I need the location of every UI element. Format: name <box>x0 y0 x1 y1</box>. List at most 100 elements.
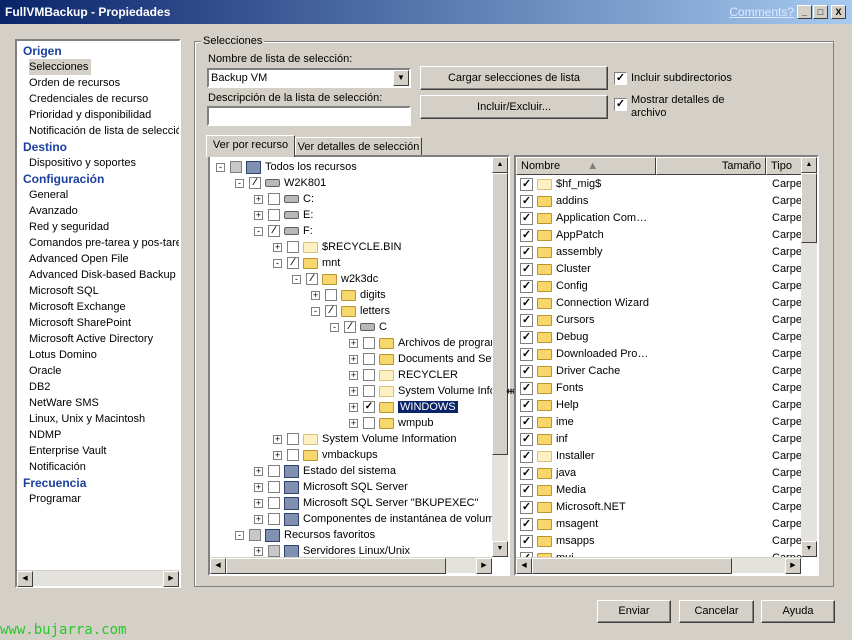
include-subdirs-checkbox[interactable]: ✓ <box>614 72 627 85</box>
nav-item[interactable]: Microsoft Active Directory <box>19 331 179 347</box>
list-item-checkbox[interactable]: ✓ <box>520 398 533 412</box>
tree-node-checkbox[interactable]: ∕ <box>325 305 337 318</box>
tree-node[interactable]: + System Volume Information <box>273 431 457 447</box>
tab-details[interactable]: Ver detalles de selección <box>295 137 422 157</box>
nav-item[interactable]: Lotus Domino <box>19 347 179 363</box>
tree-node-checkbox[interactable] <box>287 433 299 446</box>
nav-item[interactable]: Orden de recursos <box>19 75 179 91</box>
nav-item[interactable]: Enterprise Vault <box>19 443 179 459</box>
expand-icon[interactable]: + <box>254 514 263 524</box>
tree-node-checkbox[interactable] <box>249 529 261 542</box>
load-selections-button[interactable]: Cargar selecciones de lista existente... <box>420 66 608 106</box>
nav-item[interactable]: Dispositivo y soportes <box>19 155 179 171</box>
expand-icon[interactable]: + <box>273 434 282 444</box>
nav-item[interactable]: Notificación de lista de selección <box>19 123 179 139</box>
tree-node[interactable]: - Todos los recursos <box>216 159 357 175</box>
tree-node-checkbox[interactable] <box>287 449 299 462</box>
description-field[interactable] <box>207 106 411 126</box>
list-item[interactable]: ✓ Downloaded Pro… Carpe <box>516 346 805 363</box>
list-item-checkbox[interactable]: ✓ <box>520 279 533 293</box>
list-item[interactable]: ✓ msapps Carpe <box>516 533 805 550</box>
tree-node-checkbox[interactable] <box>363 337 375 350</box>
tree-hscrollbar[interactable]: ◀ ▶ <box>210 557 492 574</box>
tree-node-checkbox[interactable] <box>363 385 375 398</box>
tree-node-checkbox[interactable] <box>268 193 280 206</box>
list-item-checkbox[interactable]: ✓ <box>520 449 533 463</box>
tree-node[interactable]: - ∕ letters <box>311 303 390 319</box>
comments-link[interactable]: Comments? <box>729 0 794 24</box>
tree-node[interactable]: + digits <box>311 287 386 303</box>
scroll-up-icon[interactable]: ▲ <box>492 157 508 173</box>
expand-icon[interactable]: + <box>349 402 358 412</box>
nav-item[interactable]: DB2 <box>19 379 179 395</box>
list-item[interactable]: ✓ Connection Wizard Carpe <box>516 295 805 312</box>
scroll-right-icon[interactable]: ▶ <box>476 558 492 574</box>
collapse-icon[interactable]: - <box>235 178 244 188</box>
nav-item[interactable]: Microsoft SQL <box>19 283 179 299</box>
nav-item[interactable]: Advanced Disk-based Backup <box>19 267 179 283</box>
list-item-checkbox[interactable]: ✓ <box>520 330 533 344</box>
list-item-checkbox[interactable]: ✓ <box>520 228 533 242</box>
list-item-checkbox[interactable]: ✓ <box>520 432 533 446</box>
tree-node-checkbox[interactable] <box>363 417 375 430</box>
list-item[interactable]: ✓ Debug Carpe <box>516 329 805 346</box>
tree-node-checkbox[interactable] <box>230 161 242 174</box>
list-item-checkbox[interactable]: ✓ <box>520 415 533 429</box>
tree-node[interactable]: + wmpub <box>349 415 433 431</box>
tree-node[interactable]: + Archivos de programa <box>349 335 492 351</box>
list-item-checkbox[interactable]: ✓ <box>520 296 533 310</box>
tree-node-checkbox[interactable]: ∕ <box>306 273 318 286</box>
tree-node[interactable]: + Estado del sistema <box>254 463 396 479</box>
nav-item[interactable]: Selecciones <box>19 59 179 75</box>
tree-node-checkbox[interactable]: ✓ <box>363 401 375 414</box>
list-item-checkbox[interactable]: ✓ <box>520 500 533 514</box>
tree-node[interactable]: + $RECYCLE.BIN <box>273 239 401 255</box>
list-item[interactable]: ✓ addins Carpe <box>516 193 805 210</box>
tree-vscrollbar[interactable]: ▲ ▼ <box>492 157 508 557</box>
nav-item[interactable]: Microsoft SharePoint <box>19 315 179 331</box>
expand-icon[interactable]: + <box>254 546 263 556</box>
list-item-checkbox[interactable]: ✓ <box>520 262 533 276</box>
tree-node-checkbox[interactable] <box>268 465 280 478</box>
expand-icon[interactable]: + <box>254 498 263 508</box>
tree-node[interactable]: - ∕ W2K801 <box>235 175 326 191</box>
list-item[interactable]: ✓ inf Carpe <box>516 431 805 448</box>
tree-node-checkbox[interactable]: ∕ <box>287 257 299 270</box>
list-item-checkbox[interactable]: ✓ <box>520 483 533 497</box>
header-name[interactable]: Nombre ▲ <box>516 157 656 175</box>
close-button[interactable]: X <box>831 5 846 19</box>
list-hscrollbar[interactable]: ◀ ▶ <box>516 557 801 574</box>
nav-item[interactable]: Linux, Unix y Macintosh <box>19 411 179 427</box>
list-item[interactable]: ✓ Cluster Carpe <box>516 261 805 278</box>
tree-node-checkbox[interactable]: ∕ <box>344 321 356 334</box>
tree-node-checkbox[interactable] <box>363 353 375 366</box>
tree-node[interactable]: - Recursos favoritos <box>235 527 375 543</box>
expand-icon[interactable]: + <box>349 354 358 364</box>
scroll-left-icon[interactable]: ◀ <box>516 558 532 574</box>
list-item-checkbox[interactable]: ✓ <box>520 211 533 225</box>
nav-item[interactable]: General <box>19 187 179 203</box>
cancel-button[interactable]: Cancelar <box>679 600 754 623</box>
header-size[interactable]: Tamaño <box>656 157 766 175</box>
nav-item[interactable]: Advanced Open File <box>19 251 179 267</box>
expand-icon[interactable]: + <box>311 290 320 300</box>
minimize-button[interactable]: _ <box>797 5 812 19</box>
scroll-left-icon[interactable]: ◀ <box>210 558 226 574</box>
expand-icon[interactable]: + <box>273 450 282 460</box>
tree-node[interactable]: + System Volume Information <box>349 383 492 399</box>
tree-node-checkbox[interactable]: ∕ <box>249 177 261 190</box>
list-item-checkbox[interactable]: ✓ <box>520 517 533 531</box>
list-item[interactable]: ✓ Installer Carpe <box>516 448 805 465</box>
tree-node[interactable]: + ✓ WINDOWS <box>349 399 458 415</box>
expand-icon[interactable]: + <box>349 370 358 380</box>
list-item-checkbox[interactable]: ✓ <box>520 194 533 208</box>
list-item[interactable]: ✓ Config Carpe <box>516 278 805 295</box>
include-exclude-button[interactable]: Incluir/Excluir... <box>420 95 608 119</box>
list-item[interactable]: ✓ Application Com… Carpe <box>516 210 805 227</box>
tree-node[interactable]: + C: <box>254 191 314 207</box>
scroll-right-icon[interactable]: ▶ <box>163 571 179 587</box>
nav-item[interactable]: Notificación <box>19 459 179 475</box>
list-item-checkbox[interactable]: ✓ <box>520 381 533 395</box>
nav-item[interactable]: Comandos pre-tarea y pos-tarea <box>19 235 179 251</box>
list-item[interactable]: ✓ Media Carpe <box>516 482 805 499</box>
